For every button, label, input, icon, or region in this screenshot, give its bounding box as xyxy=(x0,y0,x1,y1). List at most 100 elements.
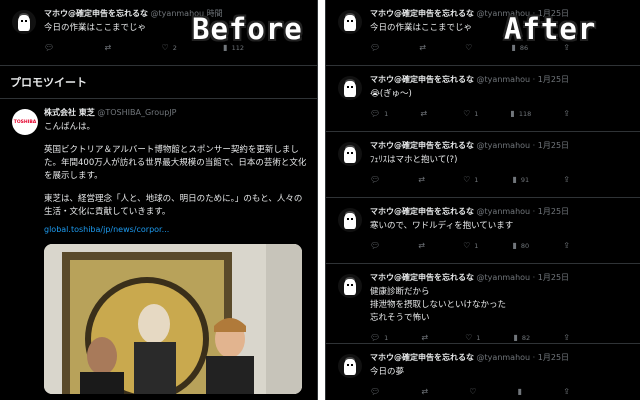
tweet-time[interactable]: 1月25日 xyxy=(538,273,569,282)
retweet-icon: ⇄ xyxy=(420,109,428,118)
tweet-header: マホウ@確定申告を忘れるな @tyanmahou · 1月25日 xyxy=(370,74,632,85)
views-icon: ▮ xyxy=(512,241,517,250)
tweet[interactable]: マホウ@確定申告を忘れるな @tyanmahou · 1月25日 寒いので、ワドル… xyxy=(326,198,640,264)
tweet-text: 今日の夢 xyxy=(370,367,405,377)
like-icon: ♡ xyxy=(463,109,471,118)
tweet[interactable]: マホウ@確定申告を忘れるな @tyanmahou · 1月25日 健康診断だから … xyxy=(326,264,640,344)
retweet-button[interactable]: ⇄ xyxy=(418,175,429,184)
like-button[interactable]: ♡ 1 xyxy=(465,333,480,342)
views-button[interactable]: ▮ 91 xyxy=(513,175,530,184)
avatar[interactable] xyxy=(338,10,362,34)
share-icon: ⇪ xyxy=(563,175,570,184)
user-handle[interactable]: @TOSHIBA_GroupJP xyxy=(97,108,176,117)
user-handle[interactable]: @tyanmahou xyxy=(477,207,531,216)
avatar[interactable] xyxy=(338,142,362,166)
tweet-header: マホウ@確定申告を忘れるな @tyanmahou · 1月25日 xyxy=(370,140,632,151)
display-name[interactable]: マホウ@確定申告を忘れるな xyxy=(370,141,474,150)
avatar[interactable] xyxy=(338,274,362,298)
retweet-icon: ⇄ xyxy=(421,333,429,342)
user-handle[interactable]: @tyanmahou xyxy=(477,273,531,282)
reply-button[interactable]: 💬︎ xyxy=(44,43,58,52)
user-handle[interactable]: @tyanmahou xyxy=(477,75,531,84)
share-button[interactable]: ⇪ xyxy=(563,333,570,342)
views-icon: ▮ xyxy=(510,109,515,118)
views-button[interactable]: ▮ 82 xyxy=(514,333,531,342)
tweet-time[interactable]: 1月25日 xyxy=(538,353,569,362)
retweet-button[interactable]: ⇄ xyxy=(421,387,432,396)
reply-button[interactable]: 💬︎ 1 xyxy=(370,109,388,118)
promo-photo[interactable] xyxy=(44,244,302,394)
retweet-button[interactable]: ⇄ xyxy=(418,241,429,250)
display-name[interactable]: マホウ@確定申告を忘れるな xyxy=(370,207,474,216)
display-name[interactable]: マホウ@確定申告を忘れるな xyxy=(370,273,474,282)
reply-button[interactable]: 💬︎ xyxy=(370,175,384,184)
display-name[interactable]: 株式会社 東芝 xyxy=(44,108,95,117)
retweet-button[interactable]: ⇄ xyxy=(104,43,115,52)
after-timeline: マホウ@確定申告を忘れるな @tyanmahou · 1月25日 今日の作業はここ… xyxy=(325,0,640,400)
like-count: 1 xyxy=(474,109,479,118)
reply-button[interactable]: 💬︎ xyxy=(370,241,384,250)
view-count: 118 xyxy=(518,109,532,118)
tweet-actions: 💬︎ ⇄ ♡ 1 ▮ 91 ⇪ xyxy=(370,175,570,184)
views-button[interactable]: ▮ 118 xyxy=(510,109,531,118)
display-name[interactable]: マホウ@確定申告を忘れるな xyxy=(44,9,148,18)
views-button[interactable]: ▮ 80 xyxy=(513,241,530,250)
retweet-button[interactable]: ⇄ xyxy=(421,333,432,342)
toshiba-logo[interactable]: TOSHIBA xyxy=(12,109,38,135)
retweet-icon: ⇄ xyxy=(421,387,429,396)
tweet-time[interactable]: 1月25日 xyxy=(538,141,569,150)
display-name[interactable]: マホウ@確定申告を忘れるな xyxy=(370,9,474,18)
views-icon: ▮ xyxy=(512,175,517,184)
avatar[interactable] xyxy=(338,208,362,232)
retweet-button[interactable]: ⇄ xyxy=(420,109,431,118)
tweet-header: マホウ@確定申告を忘れるな @tyanmahou · 1月25日 xyxy=(370,272,632,283)
like-button[interactable]: ♡ 1 xyxy=(463,241,478,250)
user-handle[interactable]: @tyanmahou xyxy=(477,353,531,362)
like-button[interactable]: ♡ xyxy=(469,387,480,396)
avatar[interactable] xyxy=(338,76,362,100)
like-button[interactable]: ♡ 2 xyxy=(162,43,177,52)
share-icon: ⇪ xyxy=(563,387,570,396)
reply-button[interactable]: 💬︎ 1 xyxy=(370,333,388,342)
retweet-icon: ⇄ xyxy=(418,175,425,184)
tweet-header: マホウ@確定申告を忘れるな @tyanmahou · 1月25日 xyxy=(370,352,632,363)
after-label: After xyxy=(504,12,597,46)
reply-icon: 💬︎ xyxy=(370,109,381,118)
display-name[interactable]: マホウ@確定申告を忘れるな xyxy=(370,75,474,84)
like-count: 1 xyxy=(474,175,479,184)
promoted-tweet[interactable]: TOSHIBA 株式会社 東芝 @TOSHIBA_GroupJP こんばんは。 … xyxy=(0,99,317,400)
photo-illustration xyxy=(44,244,302,394)
share-button[interactable]: ⇪ xyxy=(563,175,570,184)
share-button[interactable]: ⇪ xyxy=(563,387,570,396)
tweet-time[interactable]: 1月25日 xyxy=(538,75,569,84)
share-button[interactable]: ⇪ xyxy=(563,241,570,250)
tweet-actions: 💬︎ 1 ⇄ ♡ 1 ▮ 82 ⇪ xyxy=(370,333,570,342)
view-count: 80 xyxy=(520,241,530,250)
tweet[interactable]: マホウ@確定申告を忘れるな @tyanmahou · 1月25日 😭(ぎゅ〜) 💬︎… xyxy=(326,66,640,132)
share-button[interactable]: ⇪ xyxy=(563,109,570,118)
tweet[interactable]: マホウ@確定申告を忘れるな @tyanmahou · 1月25日 今日の夢 💬︎ ⇄ ♡… xyxy=(326,344,640,400)
promo-link[interactable]: global.toshiba/jp/news/corpor... xyxy=(44,225,309,234)
reply-button[interactable]: 💬︎ xyxy=(370,387,384,396)
time-separator: · xyxy=(530,207,538,216)
reply-button[interactable]: 💬︎ xyxy=(370,43,384,52)
tweet-text: ﾌｪﾘｽはマホと抱いて(?) xyxy=(370,155,458,165)
avatar[interactable] xyxy=(338,354,362,378)
like-icon: ♡ xyxy=(465,43,473,52)
like-button[interactable]: ♡ 1 xyxy=(463,175,478,184)
user-handle[interactable]: @tyanmahou xyxy=(477,141,531,150)
views-button[interactable]: ▮ xyxy=(518,387,526,396)
tweet[interactable]: マホウ@確定申告を忘れるな @tyanmahou · 1月25日 ﾌｪﾘｽはマホと… xyxy=(326,132,640,198)
like-button[interactable]: ♡ 1 xyxy=(463,109,478,118)
before-label: Before xyxy=(192,12,303,46)
retweet-button[interactable]: ⇄ xyxy=(419,43,430,52)
time-separator: · xyxy=(530,353,538,362)
promoted-tweet-header: プロモツイート xyxy=(0,66,317,99)
avatar[interactable] xyxy=(12,10,36,34)
tweet-header: 株式会社 東芝 @TOSHIBA_GroupJP xyxy=(44,107,309,118)
reply-icon: 💬︎ xyxy=(370,333,381,342)
like-button[interactable]: ♡ xyxy=(465,43,476,52)
tweet-time[interactable]: 1月25日 xyxy=(538,207,569,216)
display-name[interactable]: マホウ@確定申告を忘れるな xyxy=(370,353,474,362)
share-icon: ⇪ xyxy=(563,333,570,342)
